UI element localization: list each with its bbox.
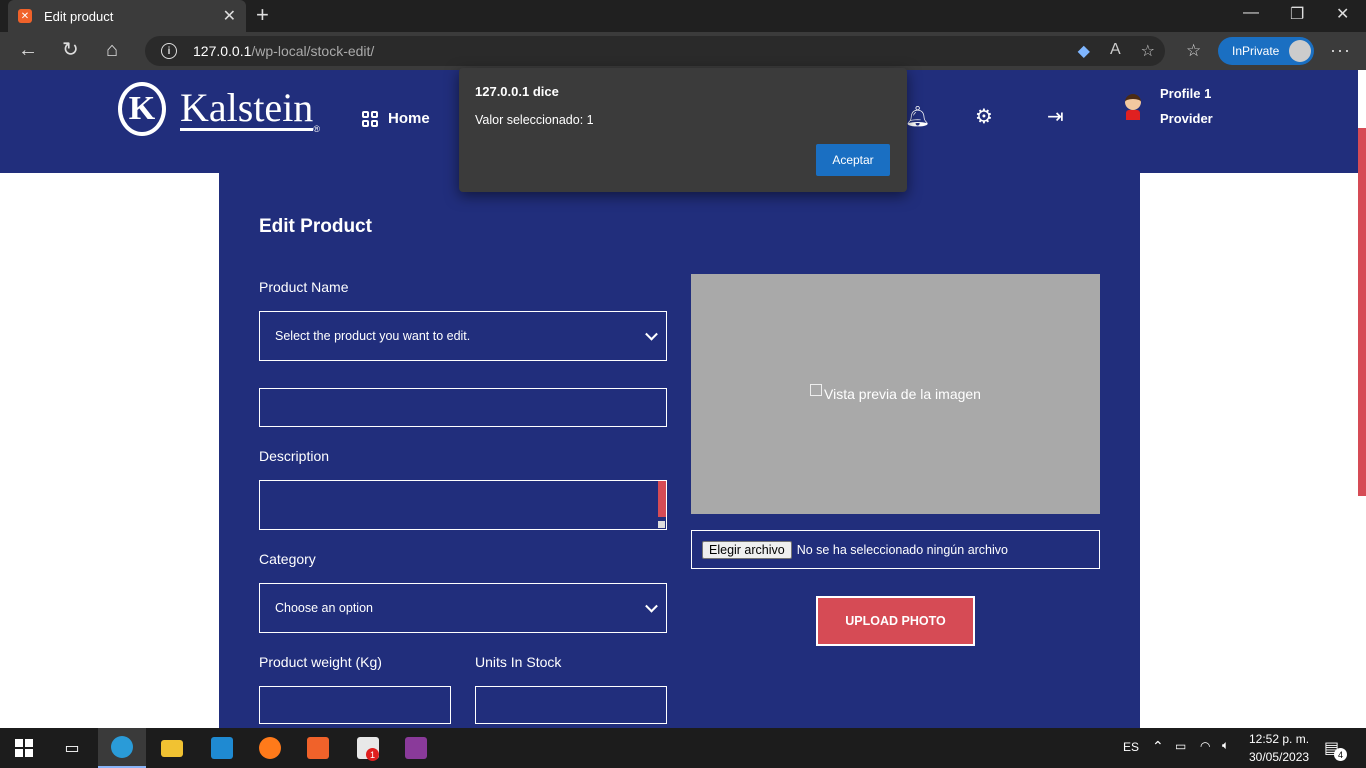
broken-image-icon: [810, 384, 823, 396]
wifi-icon[interactable]: ◠: [1200, 739, 1210, 753]
bell-icon[interactable]: 🔔︎: [905, 104, 930, 129]
upload-photo-button[interactable]: UPLOAD PHOTO: [816, 596, 975, 646]
new-tab-icon[interactable]: +: [256, 4, 269, 26]
clock-date[interactable]: 30/05/2023: [1249, 750, 1309, 764]
clock-time[interactable]: 12:52 p. m.: [1249, 732, 1309, 746]
browser-tab[interactable]: ✕ Edit product ✕: [8, 0, 246, 32]
page-title: Edit Product: [259, 216, 372, 237]
logout-icon[interactable]: ⇥: [1047, 104, 1064, 129]
edge-icon: [111, 736, 133, 758]
description-textarea[interactable]: [259, 480, 667, 530]
description-label: Description: [259, 448, 330, 464]
address-toolbar: ← ↻ ⌂ i 127.0.0.1/wp-local/stock-edit/ ◆…: [0, 32, 1366, 70]
add-favorite-icon[interactable]: ☆: [1141, 41, 1155, 61]
chevron-down-icon: [645, 327, 658, 341]
dialog-accept-button[interactable]: Aceptar: [816, 144, 890, 176]
logo-registered: ®: [313, 124, 320, 134]
file-input[interactable]: Elegir archivo No se ha seleccionado nin…: [691, 530, 1100, 569]
alert-dialog: 127.0.0.1 dice Valor seleccionado: 1 Ace…: [459, 68, 907, 192]
folder-icon: [161, 739, 183, 757]
profile-avatar-icon: [1289, 40, 1311, 62]
taskbar-firefox[interactable]: [246, 728, 294, 768]
kalstein-logo[interactable]: K Kalstein ®: [118, 82, 320, 136]
url-bar[interactable]: i 127.0.0.1/wp-local/stock-edit/ ◆ A ☆: [145, 36, 1165, 66]
nav-home-link[interactable]: Home: [362, 110, 430, 127]
inprivate-label: InPrivate: [1232, 44, 1280, 58]
url-path: /wp-local/stock-edit/: [251, 43, 375, 59]
dialog-title: 127.0.0.1 dice: [475, 84, 559, 99]
tag-icon[interactable]: ◆: [1078, 41, 1090, 61]
product-select[interactable]: Select the product you want to edit.: [259, 311, 667, 361]
choose-file-button[interactable]: Elegir archivo: [702, 540, 792, 559]
xampp-favicon-icon: ✕: [18, 9, 32, 23]
windows-icon: [15, 739, 33, 757]
logo-text: Kalstein: [180, 84, 314, 131]
winrar-icon: [405, 737, 427, 759]
language-indicator[interactable]: ES: [1123, 740, 1139, 754]
vscode-icon: [211, 737, 233, 759]
taskbar-winrar[interactable]: [392, 728, 440, 768]
gear-icon[interactable]: ⚙: [975, 104, 993, 129]
more-options-icon[interactable]: ···: [1330, 40, 1351, 61]
task-view-icon: ▭: [64, 740, 80, 757]
weight-label: Product weight (Kg): [259, 654, 382, 670]
weight-input[interactable]: [259, 686, 451, 724]
logo-mark-icon: K: [118, 82, 166, 136]
product-name-label: Product Name: [259, 279, 349, 295]
chevron-up-icon[interactable]: ⌃: [1152, 738, 1164, 755]
textarea-scrollbar[interactable]: [658, 481, 666, 517]
nav-home-label: Home: [388, 110, 430, 127]
grid-icon: [362, 110, 378, 127]
favorites-icon[interactable]: ☆: [1186, 41, 1201, 61]
edit-product-card: Edit Product Product Name Select the pro…: [219, 173, 1140, 728]
volume-icon[interactable]: 🔈︎: [1222, 738, 1229, 753]
inprivate-button[interactable]: InPrivate: [1218, 37, 1314, 65]
taskbar-edge[interactable]: [98, 728, 146, 768]
image-preview: Vista previa de la imagen: [691, 274, 1100, 514]
category-select[interactable]: Choose an option: [259, 583, 667, 633]
resize-grip-icon[interactable]: [658, 521, 665, 528]
page-scrollbar-thumb[interactable]: [1358, 128, 1366, 496]
read-aloud-icon[interactable]: A: [1110, 41, 1121, 61]
units-label: Units In Stock: [475, 654, 562, 670]
profile-avatar[interactable]: [1122, 94, 1144, 122]
product-name-input[interactable]: [259, 388, 667, 427]
units-input[interactable]: [475, 686, 667, 724]
taskbar-xampp[interactable]: [294, 728, 342, 768]
url-host: 127.0.0.1: [193, 43, 252, 59]
close-window-icon[interactable]: ✕: [1336, 4, 1349, 24]
notification-count: 4: [1334, 748, 1347, 761]
back-icon[interactable]: ←: [18, 40, 38, 60]
task-view-button[interactable]: ▭: [48, 728, 96, 768]
close-tab-icon[interactable]: ✕: [223, 6, 236, 26]
restore-icon[interactable]: ❐: [1290, 4, 1304, 24]
taskbar-file-explorer[interactable]: [148, 728, 196, 768]
site-info-icon[interactable]: i: [161, 43, 177, 59]
image-preview-alt: Vista previa de la imagen: [824, 386, 981, 402]
chevron-down-icon: [645, 599, 658, 613]
file-status: No se ha seleccionado ningún archivo: [796, 542, 1008, 557]
app-badge: 1: [366, 748, 379, 761]
firefox-icon: [259, 737, 281, 759]
refresh-icon[interactable]: ↻: [62, 40, 79, 60]
taskbar-snipping[interactable]: 1: [344, 728, 392, 768]
category-label: Category: [259, 551, 316, 567]
browser-tab-bar: ✕ Edit product ✕ + — ❐ ✕: [0, 0, 1366, 32]
tab-title: Edit product: [44, 8, 114, 24]
taskbar-vscode[interactable]: [198, 728, 246, 768]
minimize-icon[interactable]: —: [1243, 4, 1259, 22]
category-select-value: Choose an option: [275, 601, 373, 615]
dialog-message: Valor seleccionado: 1: [475, 113, 594, 127]
windows-taskbar: ▭ 1 ES ⌃ ▭ ◠ 🔈︎ 12:52 p. m. 30/05/2023 ▤…: [0, 728, 1366, 768]
start-button[interactable]: [0, 728, 48, 768]
home-icon[interactable]: ⌂: [106, 40, 118, 60]
profile-name[interactable]: Profile 1: [1160, 86, 1211, 101]
profile-role: Provider: [1160, 111, 1213, 126]
product-select-value: Select the product you want to edit.: [275, 329, 471, 343]
xampp-icon: [307, 737, 329, 759]
battery-icon[interactable]: ▭: [1175, 739, 1186, 753]
